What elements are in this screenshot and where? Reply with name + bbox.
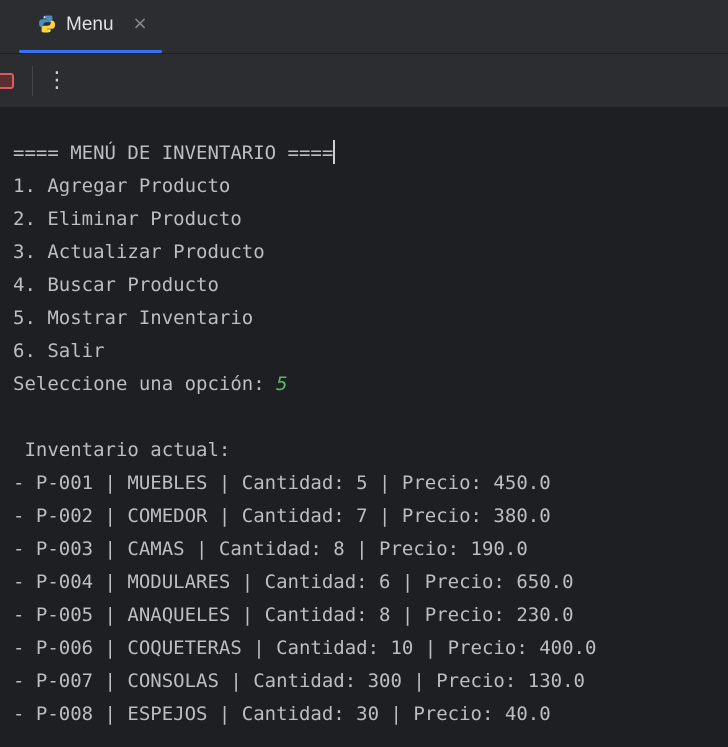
- console-inventory-item: - P-001 | MUEBLES | Cantidad: 5 | Precio…: [13, 472, 551, 494]
- python-icon: [39, 15, 55, 33]
- toolbar-divider: [32, 66, 33, 96]
- more-vertical-icon[interactable]: ⋮: [46, 69, 68, 93]
- console-menu-header: ==== MENÚ DE INVENTARIO ====: [13, 140, 336, 164]
- console-menu-option: 4. Buscar Producto: [13, 274, 219, 296]
- console-menu-option: 6. Salir: [13, 340, 105, 362]
- console-menu-option: 2. Eliminar Producto: [13, 208, 242, 230]
- console-inventory-item: - P-002 | COMEDOR | Cantidad: 7 | Precio…: [13, 505, 551, 527]
- console-prompt: Seleccione una opción:: [13, 373, 277, 395]
- tab-label: Menu: [66, 14, 114, 35]
- console-inventory-header: Inventario actual:: [13, 439, 231, 461]
- console-prompt-line: Seleccione una opción: 5: [13, 371, 288, 397]
- stop-icon[interactable]: [0, 73, 14, 89]
- console-inventory-item: - P-003 | CAMAS | Cantidad: 8 | Precio: …: [13, 538, 528, 560]
- text-caret: [333, 140, 336, 164]
- console-inventory-item: - P-008 | ESPEJOS | Cantidad: 30 | Preci…: [13, 703, 551, 725]
- editor-tab-bar: Menu ×: [0, 0, 728, 54]
- console-menu-option: 1. Agregar Producto: [13, 175, 231, 197]
- run-toolbar: ⋮: [0, 54, 728, 107]
- console-menu-option: 3. Actualizar Producto: [13, 241, 265, 263]
- close-icon[interactable]: ×: [131, 15, 149, 33]
- console-inventory-item: - P-005 | ANAQUELES | Cantidad: 8 | Prec…: [13, 604, 574, 626]
- tab-menu[interactable]: Menu ×: [19, 0, 162, 53]
- console-inventory-item: - P-007 | CONSOLAS | Cantidad: 300 | Pre…: [13, 670, 585, 692]
- console-inventory-item: - P-004 | MODULARES | Cantidad: 6 | Prec…: [13, 571, 574, 593]
- console-user-input: 5: [276, 373, 288, 395]
- console-output[interactable]: ==== MENÚ DE INVENTARIO ==== 1. Agregar …: [0, 107, 728, 747]
- active-tab-indicator: [19, 50, 162, 53]
- console-menu-option: 5. Mostrar Inventario: [13, 307, 254, 329]
- console-inventory-item: - P-006 | COQUETERAS | Cantidad: 10 | Pr…: [13, 637, 597, 659]
